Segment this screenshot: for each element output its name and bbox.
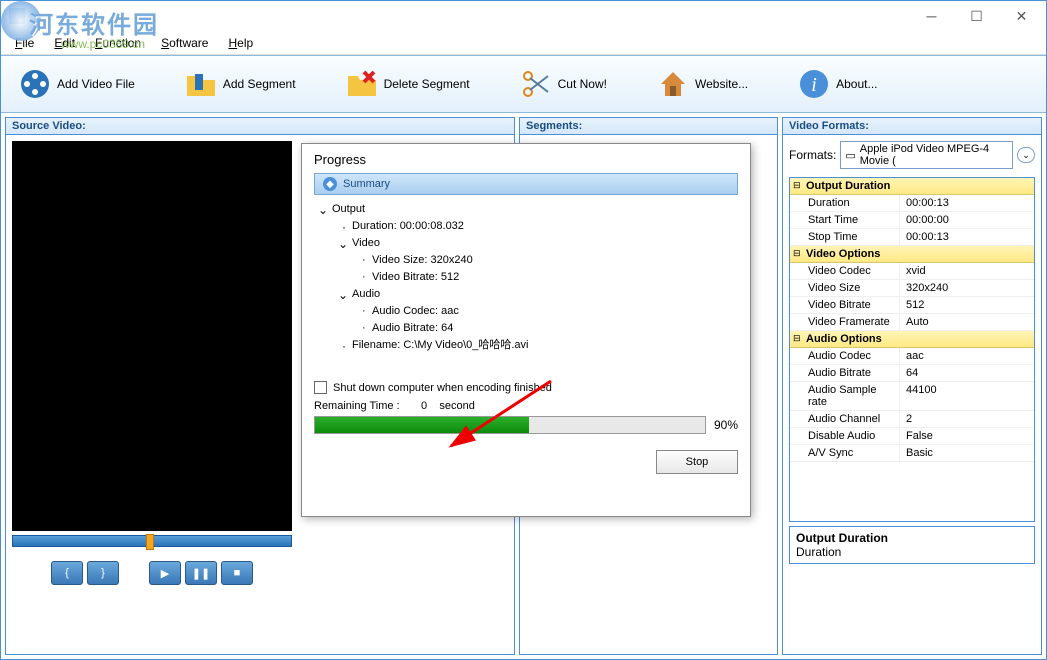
remaining-unit: second xyxy=(439,400,474,412)
tree-duration: Duration: 00:00:08.032 xyxy=(318,218,734,235)
prop-row[interactable]: Duration00:00:13 xyxy=(790,195,1034,212)
delete-segment-button[interactable]: Delete Segment xyxy=(336,64,480,104)
summary-bar[interactable]: ◆ Summary xyxy=(314,173,738,195)
summary-tree: Output Duration: 00:00:08.032 Video Vide… xyxy=(314,195,738,363)
toolbar: Add Video File Add Segment Delete Segmen… xyxy=(1,55,1046,113)
shutdown-label: Shut down computer when encoding finishe… xyxy=(333,382,552,394)
close-button[interactable]: ✕ xyxy=(999,2,1044,30)
film-reel-icon xyxy=(19,68,51,100)
stop-encoding-button[interactable]: Stop xyxy=(656,450,738,474)
prop-row[interactable]: Audio Channel2 xyxy=(790,411,1034,428)
shutdown-checkbox[interactable] xyxy=(314,381,327,394)
menu-file[interactable]: File xyxy=(5,33,44,53)
menubar: File Edit Function Software Help xyxy=(1,31,1046,55)
bracket-end-button[interactable]: } xyxy=(87,561,119,585)
tree-video[interactable]: Video xyxy=(318,235,734,252)
about-button[interactable]: i About... xyxy=(788,64,887,104)
website-label: Website... xyxy=(695,77,748,91)
summary-label: Summary xyxy=(343,178,390,190)
output-duration-box: Output Duration Duration xyxy=(789,526,1035,564)
progress-percent: 90% xyxy=(714,418,738,432)
formats-label: Formats: xyxy=(789,148,836,162)
formats-dropdown-button[interactable]: ⌄ xyxy=(1017,147,1035,163)
slider-handle[interactable] xyxy=(146,534,154,550)
output-duration-box-header: Output Duration xyxy=(796,531,1028,545)
scissors-icon xyxy=(520,68,552,100)
summary-icon: ◆ xyxy=(323,177,337,191)
app-icon xyxy=(9,8,25,24)
remaining-label: Remaining Time : xyxy=(314,400,400,412)
timeline-slider[interactable] xyxy=(12,535,292,547)
video-preview[interactable] xyxy=(12,141,292,531)
pause-button[interactable]: ❚❚ xyxy=(185,561,217,585)
titlebar: ─ ☐ ✕ xyxy=(1,1,1046,31)
menu-software[interactable]: Software xyxy=(151,33,218,53)
folder-delete-icon xyxy=(346,68,378,100)
minimize-button[interactable]: ─ xyxy=(909,2,954,30)
menu-edit[interactable]: Edit xyxy=(44,33,85,53)
video-formats-header: Video Formats: xyxy=(783,118,1041,135)
section-audio-options[interactable]: Audio Options xyxy=(790,331,1034,348)
source-video-header: Source Video: xyxy=(6,118,514,135)
tree-audio-codec: Audio Codec: aac xyxy=(318,303,734,320)
tree-video-bitrate: Video Bitrate: 512 xyxy=(318,269,734,286)
tree-output[interactable]: Output xyxy=(318,201,734,218)
svg-text:i: i xyxy=(811,74,817,96)
formats-selected: Apple iPod Video MPEG-4 Movie ( xyxy=(860,143,1008,167)
add-segment-label: Add Segment xyxy=(223,77,296,91)
cut-now-label: Cut Now! xyxy=(558,77,607,91)
progress-dialog: Progress ◆ Summary Output Duration: 00:0… xyxy=(301,143,751,517)
delete-segment-label: Delete Segment xyxy=(384,77,470,91)
section-video-options[interactable]: Video Options xyxy=(790,246,1034,263)
prop-row[interactable]: Audio Codecaac xyxy=(790,348,1034,365)
video-formats-panel: Video Formats: Formats: ▭ Apple iPod Vid… xyxy=(782,117,1042,655)
add-video-label: Add Video File xyxy=(57,77,135,91)
info-icon: i xyxy=(798,68,830,100)
progress-fill xyxy=(315,417,529,433)
website-button[interactable]: Website... xyxy=(647,64,758,104)
prop-row[interactable]: Video Bitrate512 xyxy=(790,297,1034,314)
folder-film-icon xyxy=(185,68,217,100)
prop-row[interactable]: Video Size320x240 xyxy=(790,280,1034,297)
remaining-value: 0 xyxy=(421,400,427,412)
menu-function[interactable]: Function xyxy=(85,33,151,53)
progress-title: Progress xyxy=(314,152,738,173)
prop-row[interactable]: Start Time00:00:00 xyxy=(790,212,1034,229)
add-segment-button[interactable]: Add Segment xyxy=(175,64,306,104)
progress-bar xyxy=(314,416,706,434)
prop-row[interactable]: Audio Sample rate44100 xyxy=(790,382,1034,411)
formats-select[interactable]: ▭ Apple iPod Video MPEG-4 Movie ( xyxy=(840,141,1013,169)
properties-grid: Output Duration Duration00:00:13 Start T… xyxy=(789,177,1035,522)
prop-row[interactable]: Disable AudioFalse xyxy=(790,428,1034,445)
play-button[interactable]: ▶ xyxy=(149,561,181,585)
maximize-button[interactable]: ☐ xyxy=(954,2,999,30)
add-video-button[interactable]: Add Video File xyxy=(9,64,145,104)
tree-video-size: Video Size: 320x240 xyxy=(318,252,734,269)
stop-button[interactable]: ■ xyxy=(221,561,253,585)
tree-filename: Filename: C:\My Video\0_哈哈哈.avi xyxy=(318,337,734,354)
prop-row[interactable]: Stop Time00:00:13 xyxy=(790,229,1034,246)
cut-now-button[interactable]: Cut Now! xyxy=(510,64,617,104)
tree-audio-bitrate: Audio Bitrate: 64 xyxy=(318,320,734,337)
section-output-duration[interactable]: Output Duration xyxy=(790,178,1034,195)
tree-audio[interactable]: Audio xyxy=(318,286,734,303)
segments-header: Segments: xyxy=(520,118,777,135)
prop-row[interactable]: Video FramerateAuto xyxy=(790,314,1034,331)
about-label: About... xyxy=(836,77,877,91)
home-icon xyxy=(657,68,689,100)
prop-row[interactable]: Video Codecxvid xyxy=(790,263,1034,280)
prop-row[interactable]: A/V SyncBasic xyxy=(790,445,1034,462)
prop-row[interactable]: Audio Bitrate64 xyxy=(790,365,1034,382)
menu-help[interactable]: Help xyxy=(218,33,263,53)
output-duration-box-line: Duration xyxy=(796,545,1028,559)
bracket-start-button[interactable]: { xyxy=(51,561,83,585)
device-icon: ▭ xyxy=(845,149,855,162)
